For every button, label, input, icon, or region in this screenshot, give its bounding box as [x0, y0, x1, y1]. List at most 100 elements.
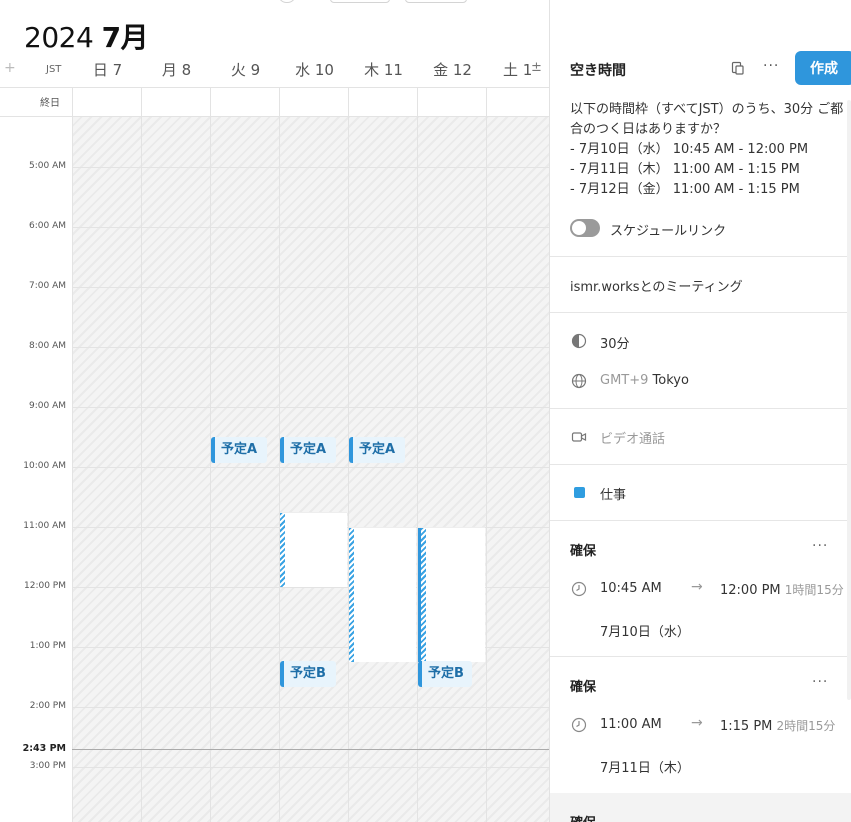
divider: [550, 408, 851, 409]
reservation-end-time: 1:15 PM: [720, 719, 773, 734]
message-line: - 7月12日（金） 11:00 AM - 1:15 PM: [570, 182, 800, 197]
create-button[interactable]: 作成: [795, 51, 851, 85]
day-header-mon[interactable]: 月 8: [142, 59, 211, 80]
hour-label: 10:00 AM: [23, 461, 66, 471]
toolbar-button[interactable]: [330, 0, 390, 3]
hour-line: [73, 767, 549, 768]
grid-column-line: [486, 87, 487, 822]
divider: [550, 520, 851, 521]
year-label: 2024: [24, 21, 94, 54]
clock-icon: [571, 717, 587, 733]
schedule-link-toggle[interactable]: [570, 219, 600, 237]
reservation-end-time: 12:00 PM: [720, 583, 781, 598]
calendar-name[interactable]: 仕事: [600, 484, 626, 503]
grid-column-line: [141, 87, 142, 822]
free-slot-thu[interactable]: [349, 527, 416, 662]
day-header-tue[interactable]: 火 9: [211, 59, 280, 80]
hour-line: [73, 227, 549, 228]
timezone-field[interactable]: GMT+9 Tokyo: [600, 373, 689, 388]
message-line: 合のつく日はありますか？: [570, 122, 727, 137]
hour-label: 5:00 AM: [29, 161, 66, 171]
slot-stripe: [349, 528, 354, 662]
current-time-label: 2:43 PM: [22, 743, 66, 754]
day-header-extra: ±: [531, 60, 542, 75]
event-a-wed[interactable]: 予定A: [280, 437, 336, 463]
hour-label: 3:00 PM: [29, 761, 66, 771]
free-slot-fri[interactable]: [418, 527, 485, 662]
reservation-start[interactable]: 11:00 AM: [600, 717, 662, 732]
day-header-thu[interactable]: 木 11: [349, 59, 418, 80]
hour-line: [73, 347, 549, 348]
grid-column-line: [417, 87, 418, 822]
time-grid[interactable]: [73, 117, 549, 822]
calendar-color-swatch: [574, 487, 585, 498]
hour-label: 8:00 AM: [29, 341, 66, 351]
meeting-title-field[interactable]: ismr.worksとのミーティング: [570, 276, 743, 295]
duration-value[interactable]: 30分: [600, 333, 630, 352]
event-b-wed[interactable]: 予定B: [280, 661, 336, 687]
video-call-field[interactable]: ビデオ通話: [600, 428, 665, 447]
hour-line: [73, 287, 549, 288]
hour-line: [73, 407, 549, 408]
day-header-sat[interactable]: 土 1: [487, 59, 537, 80]
video-camera-icon: [571, 432, 587, 442]
reservation-start[interactable]: 10:45 AM: [600, 581, 662, 596]
reservation-title: 確保: [570, 812, 596, 822]
more-icon[interactable]: ···: [763, 58, 779, 74]
hour-line: [73, 707, 549, 708]
slot-stripe: [418, 528, 426, 662]
more-icon[interactable]: ···: [812, 674, 828, 690]
day-header-sun[interactable]: 日 7: [73, 59, 142, 80]
all-day-label: 終日: [40, 98, 60, 109]
event-a-thu[interactable]: 予定A: [349, 437, 405, 463]
grid-column-line: [72, 87, 73, 822]
more-icon[interactable]: ···: [812, 538, 828, 554]
timezone-city: Tokyo: [652, 373, 689, 388]
reservation-date[interactable]: 7月10日（水）: [600, 621, 690, 640]
arrow-right-icon: →: [691, 579, 703, 595]
divider: [550, 256, 851, 257]
divider: [550, 312, 851, 313]
hour-label: 2:00 PM: [29, 701, 66, 711]
day-header-wed[interactable]: 水 10: [280, 59, 349, 80]
reservation-duration: 1時間15分: [784, 583, 844, 597]
duration-icon: [571, 333, 587, 349]
copy-icon[interactable]: [730, 60, 746, 76]
clock-icon: [571, 581, 587, 597]
current-time-line: [72, 749, 549, 750]
availability-panel: 空き時間 ··· 作成 以下の時間枠（すべてJST）のうち、30分 ご都 合のつ…: [549, 0, 851, 822]
availability-message[interactable]: 以下の時間枠（すべてJST）のうち、30分 ご都 合のつく日はありますか？ - …: [570, 100, 843, 200]
reservation-end[interactable]: 1:15 PM 2時間15分: [720, 717, 835, 734]
add-timezone-icon[interactable]: +: [4, 60, 16, 76]
header-divider: [0, 87, 549, 88]
divider: [550, 656, 851, 657]
timezone-label: JST: [46, 64, 62, 75]
free-slot-wed[interactable]: [280, 512, 347, 587]
reservation-date[interactable]: 7月11日（木）: [600, 757, 690, 776]
globe-icon: [571, 373, 587, 389]
hour-label: 11:00 AM: [23, 521, 66, 531]
calendar-view: 2024 7月 + JST 日 7 月 8 火 9 水 10 木 11 金 12…: [0, 0, 549, 822]
month-label: 7月: [101, 21, 149, 54]
month-title: 2024 7月: [24, 16, 149, 56]
reservation-title: 確保: [570, 544, 597, 559]
hour-line: [73, 167, 549, 168]
hour-label: 9:00 AM: [29, 401, 66, 411]
event-a-tue[interactable]: 予定A: [211, 437, 267, 463]
hour-label: 1:00 PM: [29, 641, 66, 651]
panel-title: 空き時間: [570, 63, 626, 79]
hour-label: 7:00 AM: [29, 281, 66, 291]
arrow-right-icon: →: [691, 715, 703, 731]
toolbar-button[interactable]: [278, 0, 296, 3]
timezone-offset: GMT+9: [600, 373, 649, 388]
scrollbar[interactable]: [847, 100, 851, 700]
hour-label: 6:00 AM: [29, 221, 66, 231]
toolbar-button[interactable]: [405, 0, 467, 3]
slot-stripe: [280, 513, 285, 587]
event-b-fri[interactable]: 予定B: [418, 661, 472, 687]
reservation-end[interactable]: 12:00 PM 1時間15分: [720, 581, 844, 598]
day-header-fri[interactable]: 金 12: [418, 59, 487, 80]
divider: [550, 464, 851, 465]
message-line: - 7月11日（木） 11:00 AM - 1:15 PM: [570, 162, 800, 177]
message-line: - 7月10日（水） 10:45 AM - 12:00 PM: [570, 142, 809, 157]
